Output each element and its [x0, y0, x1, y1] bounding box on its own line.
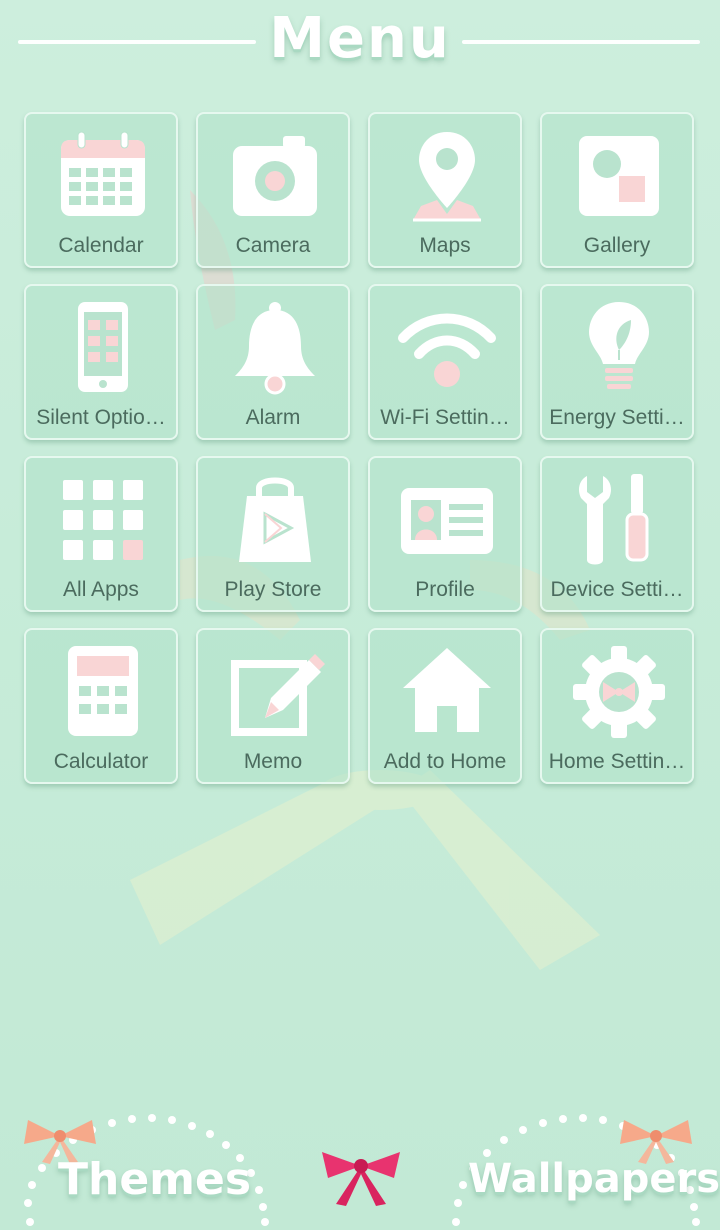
id-card-icon	[401, 488, 493, 554]
tile-camera[interactable]: Camera	[196, 112, 350, 268]
gallery-icon	[579, 136, 659, 216]
tile-label: All Apps	[63, 578, 139, 601]
tile-label: Home Settin…	[548, 750, 686, 773]
wifi-icon	[398, 313, 496, 387]
tile-label: Alarm	[245, 406, 301, 429]
tile-energy-settings[interactable]: Energy Setti…	[540, 284, 694, 440]
tile-label: Energy Setti…	[549, 406, 685, 429]
tile-memo[interactable]: Memo	[196, 628, 350, 784]
camera-icon	[233, 136, 317, 216]
tile-device-settings[interactable]: Device Setti…	[540, 456, 694, 612]
tile-label: Play Store	[224, 578, 322, 601]
tile-label: Wi-Fi Settin…	[380, 406, 510, 429]
tile-maps[interactable]: Maps	[368, 112, 522, 268]
tile-label: Add to Home	[383, 750, 507, 773]
tile-alarm[interactable]: Alarm	[196, 284, 350, 440]
page-title: Menu	[269, 6, 451, 71]
calculator-icon	[68, 646, 138, 736]
tile-label: Maps	[419, 234, 471, 257]
tile-label: Gallery	[583, 234, 651, 257]
tile-label: Memo	[243, 750, 303, 773]
tile-label: Profile	[415, 578, 475, 601]
tile-label: Camera	[235, 234, 311, 257]
tile-play-store[interactable]: Play Store	[196, 456, 350, 612]
memo-pencil-icon	[231, 654, 325, 736]
lightbulb-icon	[589, 302, 649, 389]
tile-label: Calendar	[58, 234, 144, 257]
wallpapers-button[interactable]: Wallpapers	[440, 1100, 720, 1230]
bell-icon	[235, 302, 315, 395]
tile-calculator[interactable]: Calculator	[24, 628, 178, 784]
tile-gallery[interactable]: Gallery	[540, 112, 694, 268]
tile-add-to-home[interactable]: Add to Home	[368, 628, 522, 784]
tile-label: Calculator	[53, 750, 149, 773]
tile-calendar[interactable]: Calendar	[24, 112, 178, 268]
gear-bow-icon	[573, 646, 665, 738]
tools-icon	[579, 474, 649, 565]
header-rule-right	[462, 40, 700, 44]
app-grid-icon	[63, 480, 143, 560]
tile-home-settings[interactable]: Home Settin…	[540, 628, 694, 784]
map-pin-icon	[413, 132, 481, 222]
themes-label: Themes	[58, 1154, 252, 1205]
shopping-bag-icon	[239, 477, 311, 562]
phone-icon	[78, 302, 128, 392]
pink-bow-icon	[322, 1152, 400, 1206]
tile-all-apps[interactable]: All Apps	[24, 456, 178, 612]
tile-profile[interactable]: Profile	[368, 456, 522, 612]
tile-label: Silent Optio…	[36, 406, 166, 429]
tile-silent-options[interactable]: Silent Optio…	[24, 284, 178, 440]
wallpapers-label: Wallpapers	[468, 1156, 720, 1202]
house-icon	[403, 648, 491, 732]
tile-label: Device Setti…	[550, 578, 684, 601]
calendar-icon	[61, 131, 145, 216]
tile-wifi-settings[interactable]: Wi-Fi Settin…	[368, 284, 522, 440]
header: Menu	[0, 0, 720, 90]
themes-button[interactable]: Themes	[10, 1100, 280, 1230]
